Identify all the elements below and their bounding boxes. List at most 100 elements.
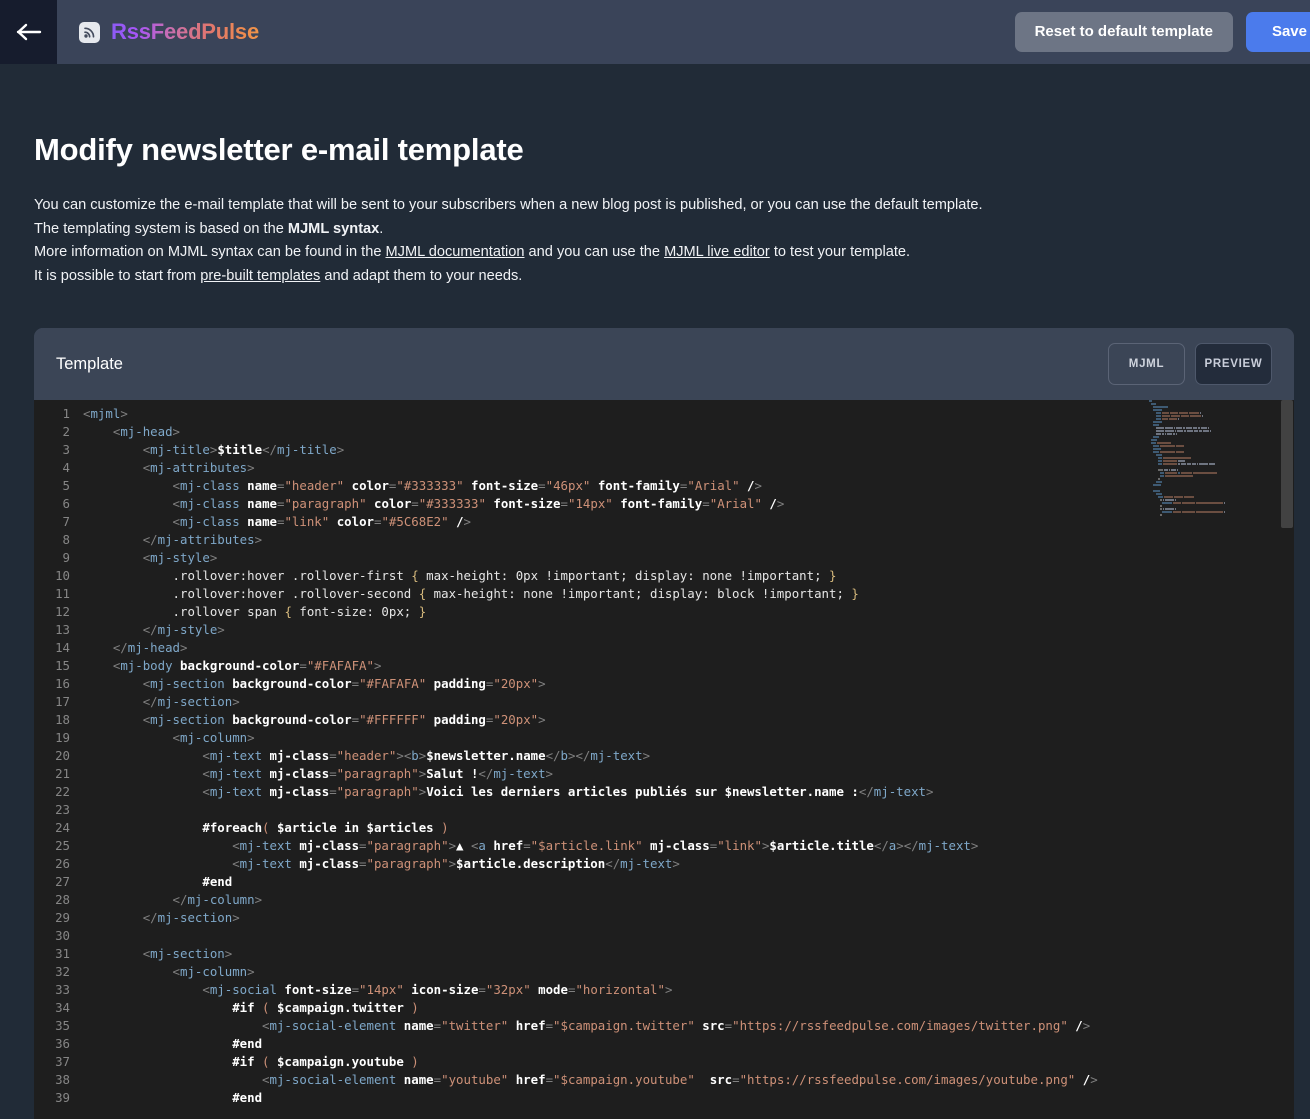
description-line-4: It is possible to start from pre-built t… <box>34 265 1276 289</box>
code-line[interactable]: <mj-social font-size="14px" icon-size="3… <box>79 981 1294 999</box>
back-button[interactable] <box>0 0 57 64</box>
code-line[interactable]: <mj-class name="paragraph" color="#33333… <box>79 495 1294 513</box>
code-line[interactable]: <mj-body background-color="#FAFAFA"> <box>79 657 1294 675</box>
code-line[interactable]: #end <box>79 1089 1294 1107</box>
code-line[interactable]: #foreach( $article in $articles ) <box>79 819 1294 837</box>
editor-scrollbar-thumb[interactable] <box>1281 400 1293 528</box>
view-mode-tabs: MJML PREVIEW <box>1108 343 1272 385</box>
line-number: 2 <box>62 424 70 439</box>
code-line[interactable]: </mj-column> <box>79 891 1294 909</box>
line-number: 33 <box>55 982 70 997</box>
line-number: 9 <box>62 550 70 565</box>
top-bar-actions: Reset to default template Save <box>1014 0 1310 64</box>
code-line[interactable]: <mj-text mj-class="paragraph">Salut !</m… <box>79 765 1294 783</box>
code-content[interactable]: <mjml> <mj-head> <mj-title>$title</mj-ti… <box>79 400 1294 1119</box>
code-line[interactable]: #end <box>79 873 1294 891</box>
code-line[interactable]: </mj-head> <box>79 639 1294 657</box>
line-number: 34 <box>55 1000 70 1015</box>
line-number: 26 <box>55 856 70 871</box>
code-line[interactable]: <mj-attributes> <box>79 459 1294 477</box>
editor-scrollbar[interactable] <box>1280 400 1294 1119</box>
code-line[interactable]: <mj-style> <box>79 549 1294 567</box>
code-line[interactable]: #if ( $campaign.twitter ) <box>79 999 1294 1017</box>
description-text: You can customize the e-mail template th… <box>34 197 983 213</box>
code-editor[interactable]: 1 2 3 4 5 6 7 8 9 10 11 12 13 14 15 16 17 18 19 20 21 22 23 24 2… <box>34 400 1294 1119</box>
line-number: 32 <box>55 964 70 979</box>
pre-built-templates-link[interactable]: pre-built templates <box>200 268 320 284</box>
line-number: 15 <box>55 658 70 673</box>
description-text: The templating system is based on the <box>34 220 288 237</box>
description-text: It is possible to start from <box>34 267 201 284</box>
code-line[interactable]: </mj-section> <box>79 909 1294 927</box>
description-text: More information on MJML syntax can be f… <box>34 244 386 260</box>
save-button[interactable]: Save <box>1245 12 1310 52</box>
line-number: 13 <box>55 622 70 637</box>
code-line[interactable]: <mj-class name="link" color="#5C68E2" /> <box>79 513 1294 531</box>
description-line-1: You can customize the e-mail template th… <box>34 194 1276 218</box>
line-number: 31 <box>55 946 70 961</box>
code-line[interactable]: </mj-section> <box>79 693 1294 711</box>
code-line[interactable]: <mj-column> <box>79 729 1294 747</box>
line-number: 17 <box>55 694 70 709</box>
code-line[interactable]: #end <box>79 1035 1294 1053</box>
arrow-left-icon <box>16 22 42 42</box>
code-line[interactable]: <mj-section background-color="#FAFAFA" p… <box>79 675 1294 693</box>
brand[interactable]: RssFeedPulse <box>79 19 259 45</box>
code-line[interactable]: <mj-class name="header" color="#333333" … <box>79 477 1294 495</box>
code-line[interactable]: <mj-text mj-class="paragraph">$article.d… <box>79 855 1294 873</box>
line-number: 8 <box>62 532 70 547</box>
code-line[interactable]: <mj-text mj-class="header"><b>$newslette… <box>79 747 1294 765</box>
description-text: and adapt them to your needs. <box>320 267 523 284</box>
line-number: 4 <box>62 460 70 475</box>
mjml-live-editor-link[interactable]: MJML live editor <box>664 244 770 260</box>
line-number: 1 <box>62 406 70 421</box>
reset-to-default-template-button[interactable]: Reset to default template <box>1014 12 1233 52</box>
line-number: 28 <box>55 892 70 907</box>
code-line[interactable] <box>79 927 1294 945</box>
line-number: 11 <box>55 586 70 601</box>
code-line[interactable]: <mj-social-element name="youtube" href="… <box>79 1071 1294 1089</box>
template-panel-header: Template MJML PREVIEW <box>34 328 1294 400</box>
line-number: 37 <box>55 1054 70 1069</box>
code-line[interactable]: <mj-section background-color="#FFFFFF" p… <box>79 711 1294 729</box>
code-line[interactable]: <mj-title>$title</mj-title> <box>79 441 1294 459</box>
tab-preview[interactable]: PREVIEW <box>1195 343 1272 385</box>
code-line[interactable]: </mj-attributes> <box>79 531 1294 549</box>
template-panel-title: Template <box>56 354 123 373</box>
line-number: 7 <box>62 514 70 529</box>
code-line[interactable]: <mj-section> <box>79 945 1294 963</box>
line-number: 5 <box>62 478 70 493</box>
page-title: Modify newsletter e-mail template <box>34 132 524 167</box>
code-line[interactable]: .rollover:hover .rollover-second { max-h… <box>79 585 1294 603</box>
line-number: 35 <box>55 1018 70 1033</box>
code-line[interactable]: #if ( $campaign.youtube ) <box>79 1053 1294 1071</box>
code-line[interactable]: .rollover:hover .rollover-first { max-he… <box>79 567 1294 585</box>
code-line[interactable]: <mj-head> <box>79 423 1294 441</box>
code-line[interactable]: .rollover span { font-size: 0px; } <box>79 603 1294 621</box>
brand-name: RssFeedPulse <box>111 19 260 44</box>
template-panel: Template MJML PREVIEW 1 2 3 4 5 6 7 8 9 10 11 12 13 1… <box>34 328 1294 1119</box>
code-line[interactable]: <mj-text mj-class="paragraph">Voici les … <box>79 783 1294 801</box>
line-number: 3 <box>62 442 70 457</box>
code-line[interactable]: <mj-text mj-class="paragraph">▲ <a href=… <box>79 837 1294 855</box>
code-line[interactable]: <mj-column> <box>79 963 1294 981</box>
code-line[interactable]: <mj-social-element name="twitter" href="… <box>79 1017 1294 1035</box>
line-number: 6 <box>62 496 70 511</box>
description-text: to test your template. <box>769 244 911 260</box>
code-line[interactable]: </mj-style> <box>79 621 1294 639</box>
line-number: 25 <box>55 838 70 853</box>
line-number: 36 <box>55 1036 70 1051</box>
description-text: and you can use the <box>524 244 665 260</box>
page-content: Modify newsletter e-mail template You ca… <box>0 64 1310 1119</box>
code-line[interactable]: <mjml> <box>79 405 1294 423</box>
line-number: 24 <box>55 820 70 835</box>
code-line[interactable] <box>79 801 1294 819</box>
description-line-2: The templating system is based on the MJ… <box>34 218 1276 242</box>
tab-mjml[interactable]: MJML <box>1108 343 1185 385</box>
description-text: . <box>379 220 384 237</box>
top-bar: RssFeedPulse Reset to default template S… <box>0 0 1310 64</box>
line-number: 16 <box>55 676 70 691</box>
mjml-documentation-link[interactable]: MJML documentation <box>386 244 525 260</box>
line-number: 12 <box>55 604 70 619</box>
line-number-gutter: 1 2 3 4 5 6 7 8 9 10 11 12 13 14 15 16 17 18 19 20 21 22 23 24 2… <box>34 400 79 1119</box>
